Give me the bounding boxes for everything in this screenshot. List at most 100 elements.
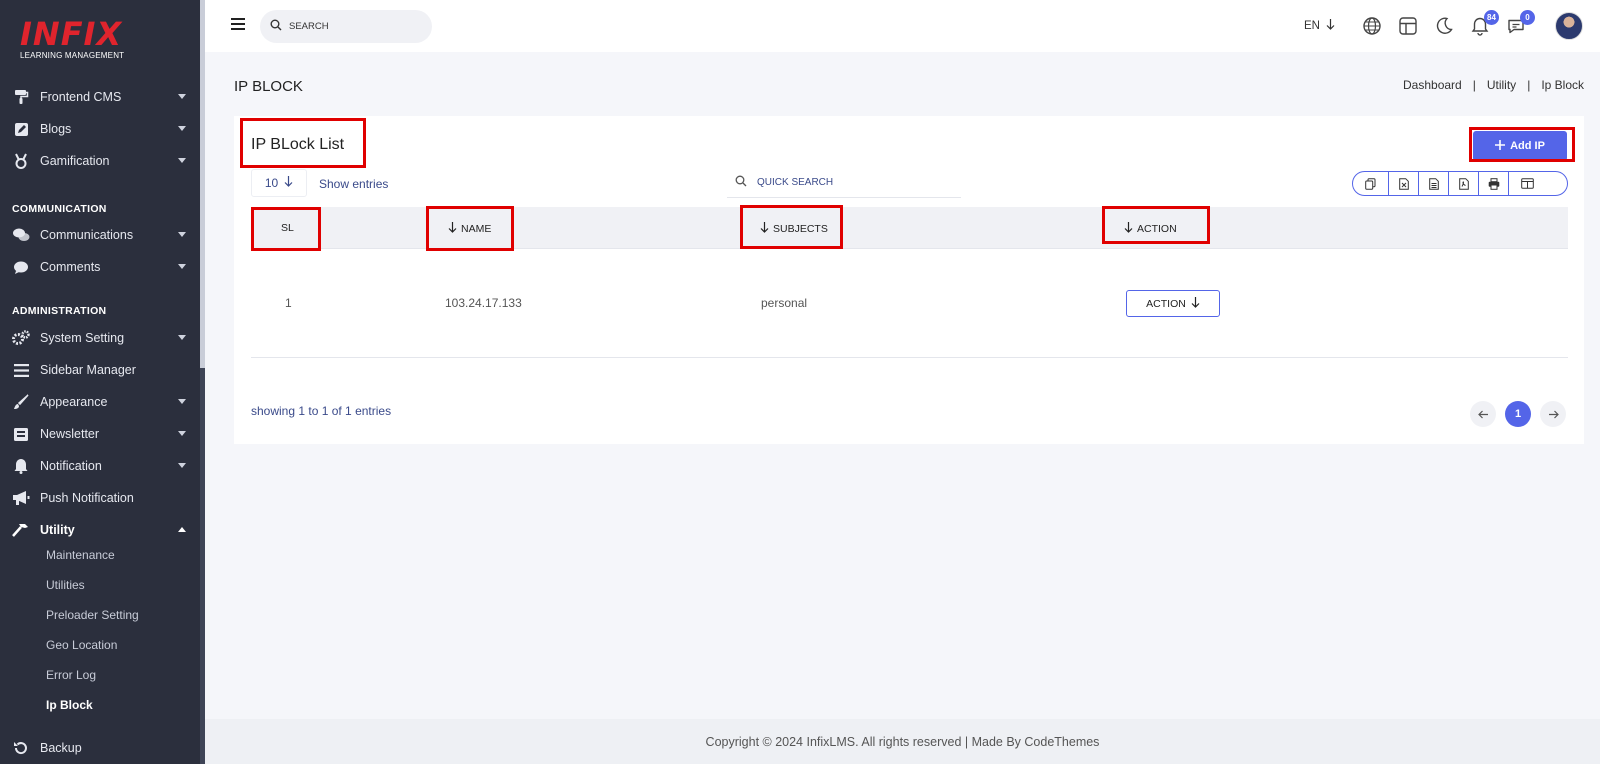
sidebar-item-frontend-cms[interactable]: Frontend CMS (0, 81, 200, 113)
sidebar-item-label: Comments (40, 260, 101, 274)
sidebar-item-gamification[interactable]: Gamification (0, 145, 200, 177)
quick-search[interactable] (727, 168, 961, 198)
megaphone-icon (12, 489, 30, 507)
sidebar-item-comments[interactable]: Comments (0, 251, 200, 283)
sidebar-item-utility[interactable]: Utility (0, 514, 200, 546)
avatar[interactable] (1555, 12, 1583, 40)
next-page-button[interactable] (1540, 401, 1566, 427)
sidebar-subitem-error-log[interactable]: Error Log (46, 668, 96, 682)
cell-subjects: personal (761, 296, 808, 310)
pdf-icon[interactable] (1449, 172, 1479, 195)
column-header-action[interactable]: ACTION (1124, 222, 1177, 236)
sidebar-item-label: Newsletter (40, 427, 100, 441)
global-search[interactable] (260, 10, 432, 43)
sidebar-item-label: System Setting (40, 331, 125, 345)
sort-arrow-icon (760, 222, 769, 236)
export-buttons (1352, 171, 1568, 196)
breadcrumb-utility[interactable]: Utility (1487, 78, 1516, 92)
footer: Copyright © 2024 InfixLMS. All rights re… (205, 719, 1600, 764)
language-select[interactable]: EN (1304, 19, 1335, 33)
sort-arrow-icon (448, 222, 457, 236)
bars-icon (12, 361, 30, 379)
sidebar-subitem-preloader-setting[interactable]: Preloader Setting (46, 608, 139, 622)
undo-icon (12, 739, 30, 757)
csv-icon[interactable] (1419, 172, 1449, 195)
sidebar-scrollbar-thumb[interactable] (200, 368, 205, 764)
breadcrumb-separator: | (1527, 78, 1531, 92)
sidebar-item-blogs[interactable]: Blogs (0, 113, 200, 145)
sidebar-subitem-utilities[interactable]: Utilities (46, 578, 85, 592)
chat-bubbles-icon (12, 226, 30, 244)
arrow-down-icon (1326, 19, 1335, 33)
section-title-administration: ADMINISTRATION (12, 305, 107, 317)
entries-label: Show entries (319, 177, 389, 191)
column-header-label: ACTION (1137, 223, 1177, 235)
sidebar-subitem-geo-location[interactable]: Geo Location (46, 638, 117, 652)
edit-icon (12, 120, 30, 138)
search-input[interactable] (289, 21, 419, 32)
gears-icon (12, 329, 30, 347)
logo[interactable]: INFIX LEARNING MANAGEMENT (20, 18, 124, 60)
chevron-up-icon (178, 527, 186, 532)
chevron-down-icon (178, 94, 186, 99)
chevron-down-icon (178, 335, 186, 340)
sidebar-item-label: Backup (40, 741, 82, 755)
sidebar-item-label: Communications (40, 228, 134, 242)
column-header-name[interactable]: NAME (448, 222, 491, 236)
brush-icon (12, 393, 30, 411)
sidebar-item-label: Utility (40, 523, 75, 537)
ip-block-card (234, 116, 1584, 444)
plus-icon (1495, 139, 1506, 153)
notifications-bell-icon[interactable]: 84 (1470, 10, 1499, 36)
column-visibility-icon[interactable] (1509, 172, 1545, 195)
add-ip-button[interactable]: Add IP (1473, 131, 1567, 161)
sidebar-item-backup[interactable]: Backup (0, 732, 200, 764)
copy-icon[interactable] (1353, 172, 1389, 195)
page-1-button[interactable]: 1 (1505, 401, 1531, 427)
sidebar-item-system-setting[interactable]: System Setting (0, 322, 200, 354)
sidebar: INFIX LEARNING MANAGEMENT Frontend CMS B… (0, 0, 205, 764)
search-icon (270, 18, 282, 36)
sidebar-item-communications[interactable]: Communications (0, 219, 200, 251)
layout-icon[interactable] (1398, 16, 1418, 36)
sidebar-item-label: Notification (40, 459, 102, 473)
column-header-sl[interactable]: SL (281, 222, 294, 234)
entries-per-page-select[interactable]: 10 (251, 169, 307, 197)
sort-arrow-icon (1124, 222, 1133, 236)
chevron-down-icon (178, 431, 186, 436)
sidebar-subitem-ip-block[interactable]: Ip Block (46, 698, 93, 712)
breadcrumb: Dashboard | Utility | Ip Block (1403, 78, 1584, 92)
sidebar-subitem-maintenance[interactable]: Maintenance (46, 548, 115, 562)
breadcrumb-ip-block[interactable]: Ip Block (1541, 78, 1584, 92)
footer-copyright: Copyright © 2024 InfixLMS. All rights re… (705, 734, 1100, 749)
sidebar-item-newsletter[interactable]: Newsletter (0, 418, 200, 450)
chevron-down-icon (178, 126, 186, 131)
excel-icon[interactable] (1389, 172, 1419, 195)
row-action-label: ACTION (1146, 297, 1186, 310)
language-value: EN (1304, 20, 1320, 32)
sidebar-item-label: Push Notification (40, 491, 134, 505)
paint-roller-icon (12, 88, 30, 106)
menu-toggle-icon[interactable] (231, 18, 245, 30)
row-action-button[interactable]: ACTION (1126, 290, 1220, 317)
sidebar-item-sidebar-manager[interactable]: Sidebar Manager (0, 354, 200, 386)
column-header-label: SL (281, 222, 294, 234)
breadcrumb-separator: | (1472, 78, 1476, 92)
entries-info: showing 1 to 1 of 1 entries (251, 404, 392, 418)
previous-page-button[interactable] (1470, 401, 1496, 427)
logo-subtitle: LEARNING MANAGEMENT (20, 51, 125, 60)
sidebar-item-label: Frontend CMS (40, 90, 122, 104)
moon-icon[interactable] (1434, 16, 1454, 36)
print-icon[interactable] (1479, 172, 1509, 195)
sidebar-item-appearance[interactable]: Appearance (0, 386, 200, 418)
quick-search-input[interactable] (757, 177, 937, 188)
sidebar-item-push-notification[interactable]: Push Notification (0, 482, 200, 514)
breadcrumb-dashboard[interactable]: Dashboard (1403, 78, 1462, 92)
chevron-down-icon (178, 264, 186, 269)
bell-icon (12, 457, 30, 475)
logo-text: INFIX (20, 15, 123, 53)
sidebar-item-notification[interactable]: Notification (0, 450, 200, 482)
column-header-subjects[interactable]: SUBJECTS (760, 222, 828, 236)
globe-icon[interactable] (1362, 16, 1382, 36)
messages-icon[interactable]: 0 (1506, 10, 1535, 36)
